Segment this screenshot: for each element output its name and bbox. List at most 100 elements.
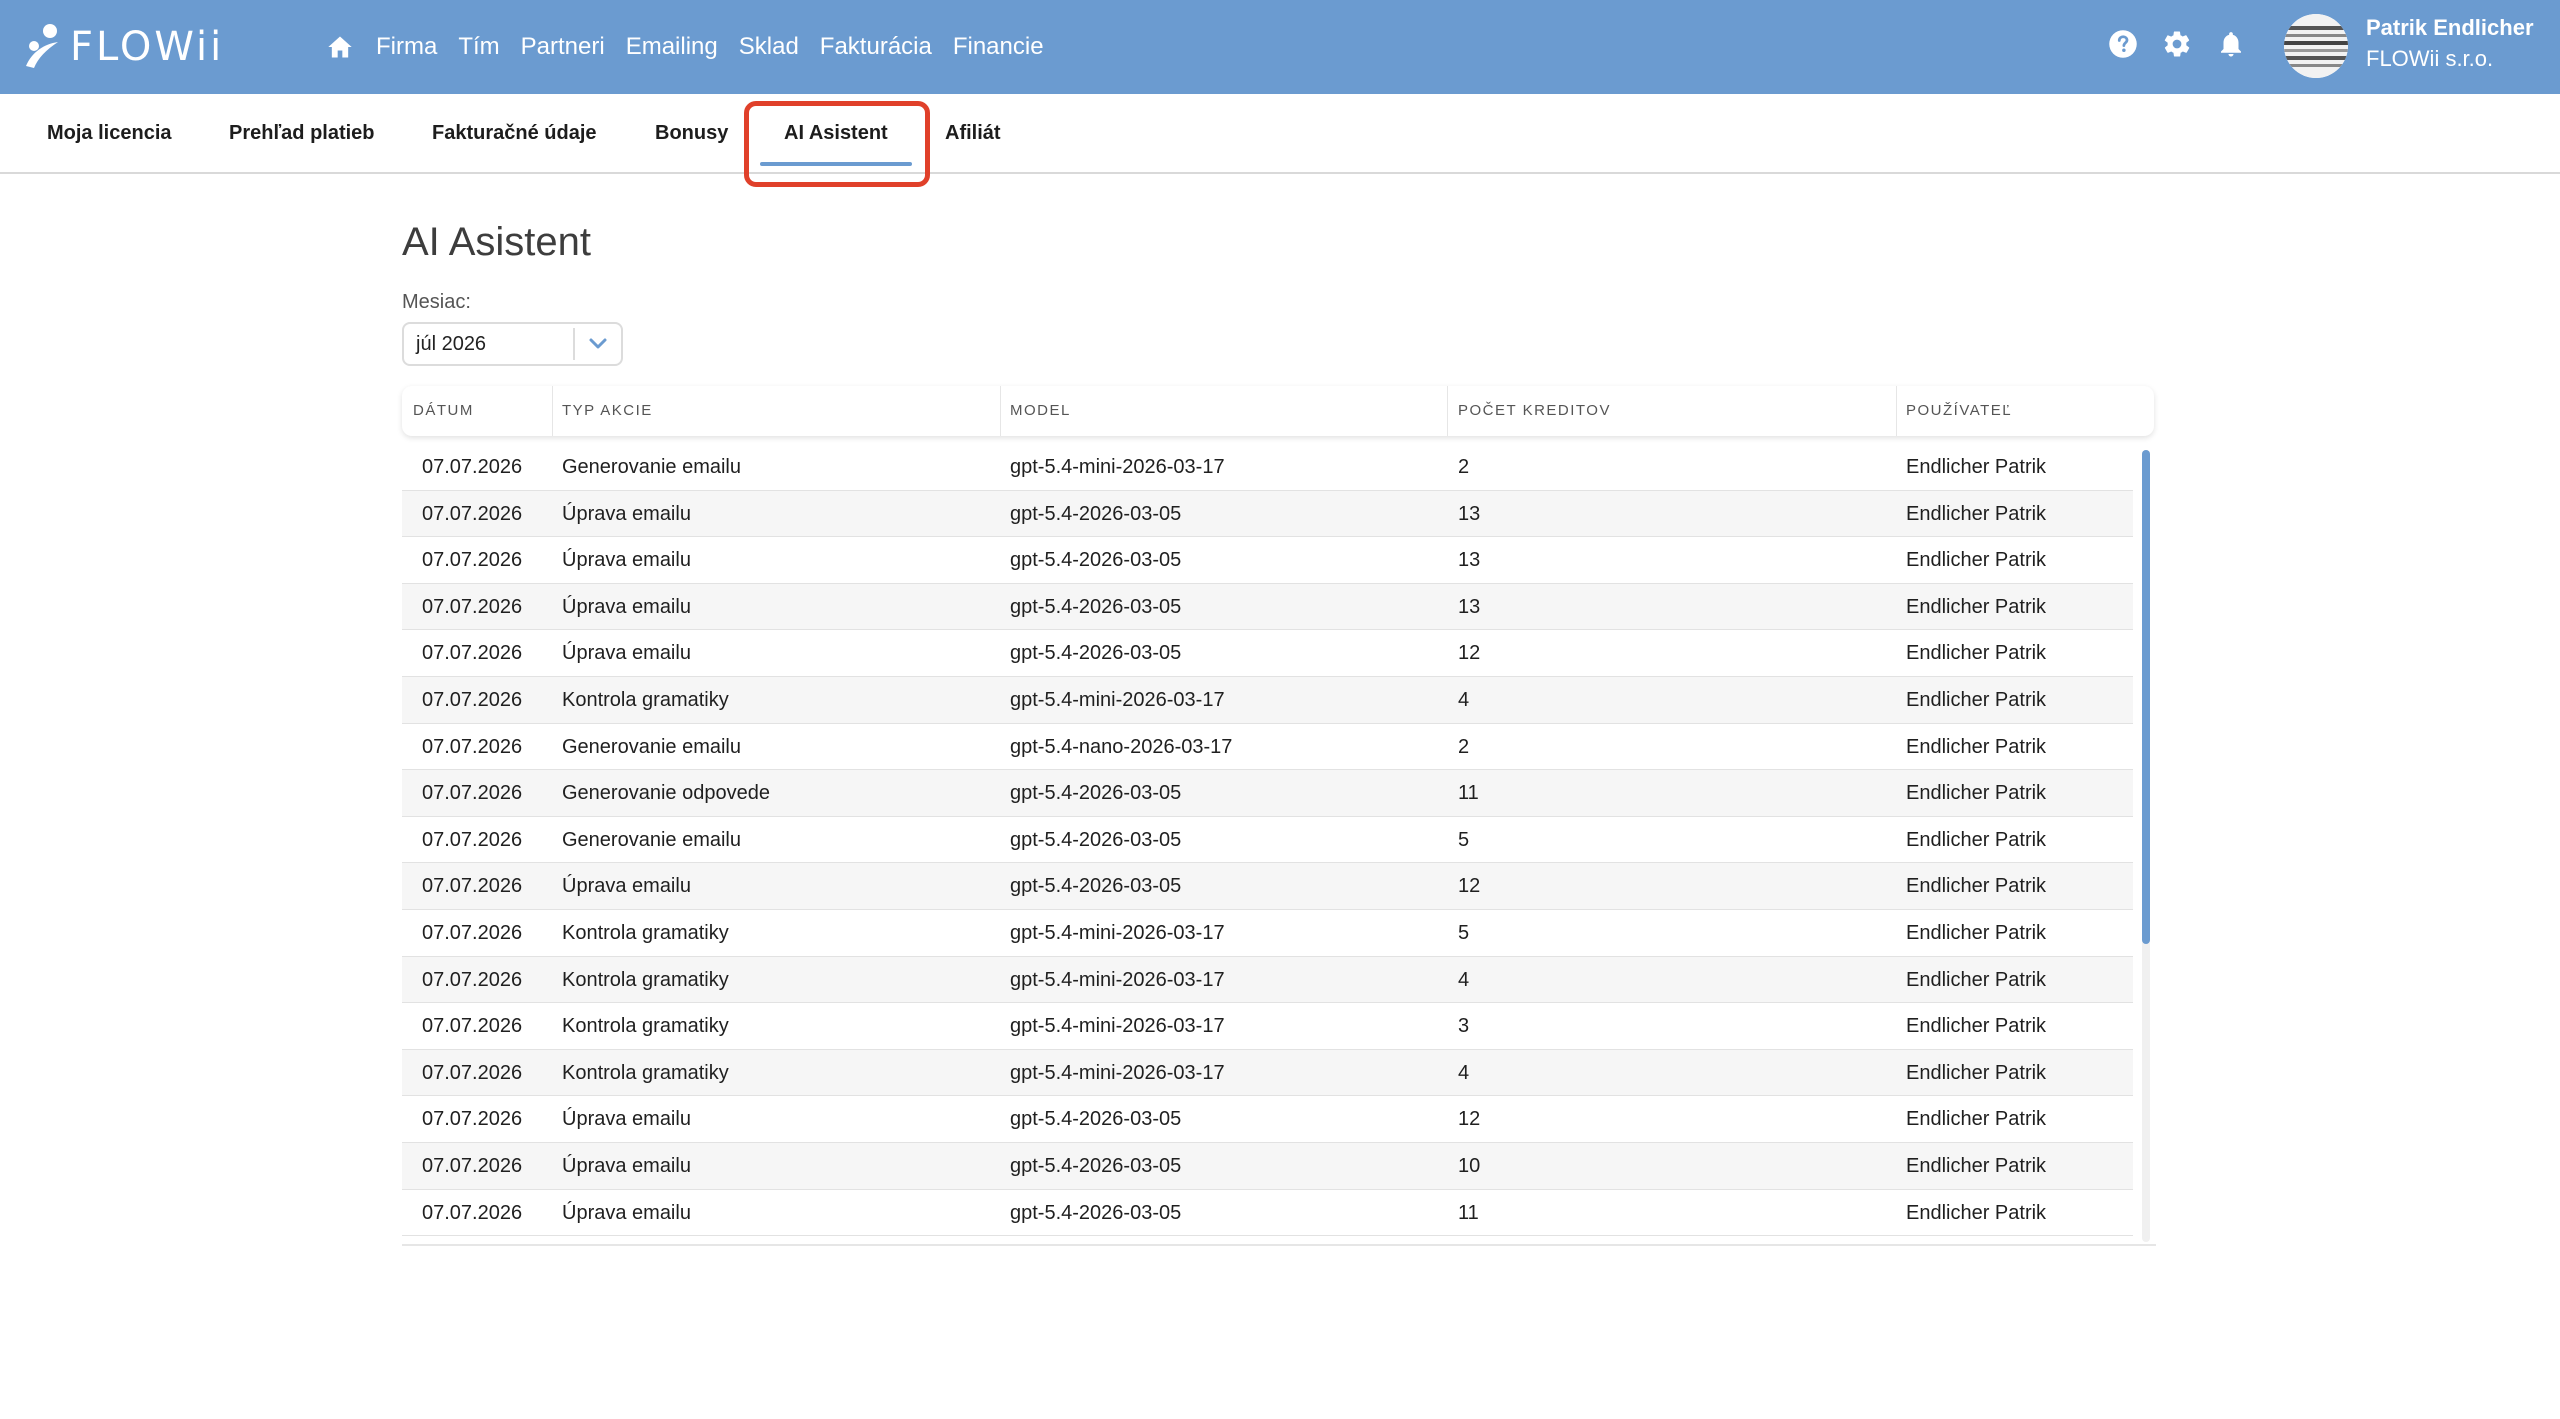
- cell-model: gpt-5.4-2026-03-05: [1010, 549, 1182, 572]
- cell-user: Endlicher Patrik: [1906, 456, 2047, 478]
- cell-date: 07.07.2026: [422, 1108, 523, 1131]
- table-row[interactable]: 07.07.2026 Úprava emailu gpt-5.4-2026-03-0…: [402, 490, 2133, 538]
- cell-user: Endlicher Patrik: [1906, 502, 2047, 525]
- table-scrollbar[interactable]: [2142, 450, 2150, 1242]
- cell-action-type: Úprava emailu: [562, 875, 691, 898]
- cell-credits: 11: [1458, 1201, 1479, 1224]
- cell-user: Endlicher Patrik: [1906, 875, 2047, 898]
- table-row[interactable]: 07.07.2026 Generovanie odpovede gpt-5.4-20…: [402, 770, 2133, 817]
- cell-date: 07.07.2026: [422, 502, 523, 525]
- settings-tabs: Moja licencia Prehľad platieb Fakturačné…: [0, 94, 2560, 174]
- cell-credits: 4: [1458, 968, 1470, 991]
- flowii-logo[interactable]: FLOWii: [22, 20, 224, 74]
- help-icon[interactable]: [2106, 27, 2140, 61]
- user-info[interactable]: Patrik Endlicher FLOWii s.r.o.: [2366, 14, 2534, 76]
- tab-afiliat[interactable]: Afiliát: [945, 94, 1001, 172]
- table-row[interactable]: 07.07.2026 Úprava emailu gpt-5.4-2026-03-0…: [402, 537, 2133, 584]
- cell-action-type: Úprava emailu: [562, 502, 691, 525]
- cell-user: Endlicher Patrik: [1906, 689, 2047, 711]
- cell-user: Endlicher Patrik: [1906, 642, 2047, 665]
- cell-date: 07.07.2026: [422, 1061, 523, 1084]
- nav-item-fakturacia[interactable]: Fakturácia: [820, 33, 932, 61]
- cell-credits: 13: [1458, 549, 1481, 572]
- cell-action-type: Kontrola gramatiky: [562, 968, 729, 991]
- table-scrollbar-thumb[interactable]: [2142, 450, 2150, 944]
- nav-item-sklad[interactable]: Sklad: [739, 33, 799, 61]
- column-header-model[interactable]: MODEL: [1010, 386, 1071, 436]
- cell-credits: 12: [1458, 875, 1481, 898]
- cell-credits: 10: [1458, 1155, 1481, 1177]
- table-row[interactable]: 07.07.2026 Úprava emailu gpt-5.4-2026-03-0…: [402, 1189, 2133, 1237]
- cell-user: Endlicher Patrik: [1906, 828, 2047, 851]
- cell-user: Endlicher Patrik: [1906, 1108, 2047, 1131]
- table-row[interactable]: 07.07.2026 Kontrola gramatiky gpt-5.4-mini…: [402, 956, 2133, 1004]
- cell-model: gpt-5.4-2026-03-05: [1010, 782, 1182, 805]
- nav-item-financie[interactable]: Financie: [953, 33, 1044, 61]
- column-header-date[interactable]: DÁTUM: [413, 386, 474, 436]
- cell-model: gpt-5.4-mini-2026-03-17: [1010, 456, 1225, 478]
- nav-item-partneri[interactable]: Partneri: [521, 33, 605, 61]
- nav-item-tim[interactable]: Tím: [458, 33, 499, 61]
- cell-model: gpt-5.4-nano-2026-03-17: [1010, 735, 1233, 758]
- table-row[interactable]: 07.07.2026 Generovanie emailu gpt-5.4-2026…: [402, 816, 2133, 864]
- cell-date: 07.07.2026: [422, 456, 523, 478]
- cell-user: Endlicher Patrik: [1906, 1061, 2047, 1084]
- tab-bonusy[interactable]: Bonusy: [655, 94, 728, 172]
- table-header: DÁTUM TYP AKCIE MODEL POČET KREDITOV POU…: [402, 386, 2154, 436]
- gear-icon[interactable]: [2160, 27, 2194, 61]
- month-select[interactable]: júl 2026: [402, 322, 623, 366]
- cell-user: Endlicher Patrik: [1906, 1155, 2047, 1177]
- tab-moja-licencia[interactable]: Moja licencia: [47, 94, 172, 172]
- cell-model: gpt-5.4-mini-2026-03-17: [1010, 968, 1225, 991]
- nav-item-firma[interactable]: Firma: [376, 33, 437, 61]
- cell-action-type: Generovanie emailu: [562, 735, 741, 758]
- table-row[interactable]: 07.07.2026 Úprava emailu gpt-5.4-2026-03-0…: [402, 1143, 2133, 1190]
- cell-action-type: Kontrola gramatiky: [562, 689, 729, 711]
- cell-model: gpt-5.4-mini-2026-03-17: [1010, 689, 1225, 711]
- cell-date: 07.07.2026: [422, 782, 523, 805]
- table-row[interactable]: 07.07.2026 Úprava emailu gpt-5.4-2026-03-0…: [402, 583, 2133, 631]
- month-label: Mesiac:: [402, 291, 471, 313]
- cell-model: gpt-5.4-2026-03-05: [1010, 1108, 1182, 1131]
- column-header-user[interactable]: POUŽÍVATEĽ: [1906, 386, 2012, 436]
- cell-action-type: Úprava emailu: [562, 595, 691, 618]
- cell-date: 07.07.2026: [422, 549, 523, 572]
- chevron-down-icon[interactable]: [575, 322, 621, 366]
- cell-date: 07.07.2026: [422, 642, 523, 665]
- cell-date: 07.07.2026: [422, 1201, 523, 1224]
- column-header-credits[interactable]: POČET KREDITOV: [1458, 386, 1611, 436]
- table-row[interactable]: 07.07.2026 Kontrola gramatiky gpt-5.4-mini…: [402, 910, 2133, 957]
- table-row[interactable]: 07.07.2026 Generovanie emailu gpt-5.4-mini…: [402, 444, 2133, 491]
- cell-credits: 3: [1458, 1015, 1470, 1038]
- cell-date: 07.07.2026: [422, 922, 523, 944]
- cell-model: gpt-5.4-2026-03-05: [1010, 1155, 1182, 1177]
- cell-date: 07.07.2026: [422, 968, 523, 991]
- cell-credits: 2: [1458, 456, 1470, 478]
- top-navigation-bar: FLOWii Firma Tím Partneri Emailing Sklad…: [0, 0, 2560, 94]
- cell-action-type: Úprava emailu: [562, 1108, 691, 1131]
- table-row[interactable]: 07.07.2026 Kontrola gramatiky gpt-5.4-mini…: [402, 677, 2133, 724]
- table-body: 07.07.2026 Generovanie emailu gpt-5.4-mini…: [402, 444, 2133, 1242]
- nav-item-emailing[interactable]: Emailing: [626, 33, 718, 61]
- table-row[interactable]: 07.07.2026 Generovanie emailu gpt-5.4-nano…: [402, 723, 2133, 771]
- bell-icon[interactable]: [2214, 27, 2248, 61]
- table-row[interactable]: 07.07.2026 Úprava emailu gpt-5.4-2026-03-0…: [402, 863, 2133, 910]
- cell-credits: 2: [1458, 735, 1470, 758]
- table-row[interactable]: 07.07.2026 Kontrola gramatiky gpt-5.4-mini…: [402, 1003, 2133, 1050]
- avatar[interactable]: [2284, 14, 2348, 78]
- cell-date: 07.07.2026: [422, 875, 523, 898]
- tab-fakturacne-udaje[interactable]: Fakturačné údaje: [432, 94, 597, 172]
- column-header-action-type[interactable]: TYP AKCIE: [562, 386, 653, 436]
- tab-ai-asistent[interactable]: AI Asistent: [760, 94, 912, 172]
- table-row[interactable]: 07.07.2026 Úprava emailu gpt-5.4-2026-03-0…: [402, 1096, 2133, 1143]
- home-icon[interactable]: [326, 32, 356, 62]
- cell-user: Endlicher Patrik: [1906, 922, 2047, 944]
- cell-action-type: Kontrola gramatiky: [562, 1015, 729, 1038]
- cell-user: Endlicher Patrik: [1906, 782, 2047, 805]
- cell-action-type: Kontrola gramatiky: [562, 1061, 729, 1084]
- tab-prehlad-platieb[interactable]: Prehľad platieb: [229, 94, 375, 172]
- user-name: Patrik Endlicher: [2366, 15, 2534, 40]
- table-row[interactable]: 07.07.2026 Úprava emailu gpt-5.4-2026-03-0…: [402, 630, 2133, 677]
- table-row[interactable]: 07.07.2026 Kontrola gramatiky gpt-5.4-mini…: [402, 1049, 2133, 1097]
- cell-user: Endlicher Patrik: [1906, 595, 2047, 618]
